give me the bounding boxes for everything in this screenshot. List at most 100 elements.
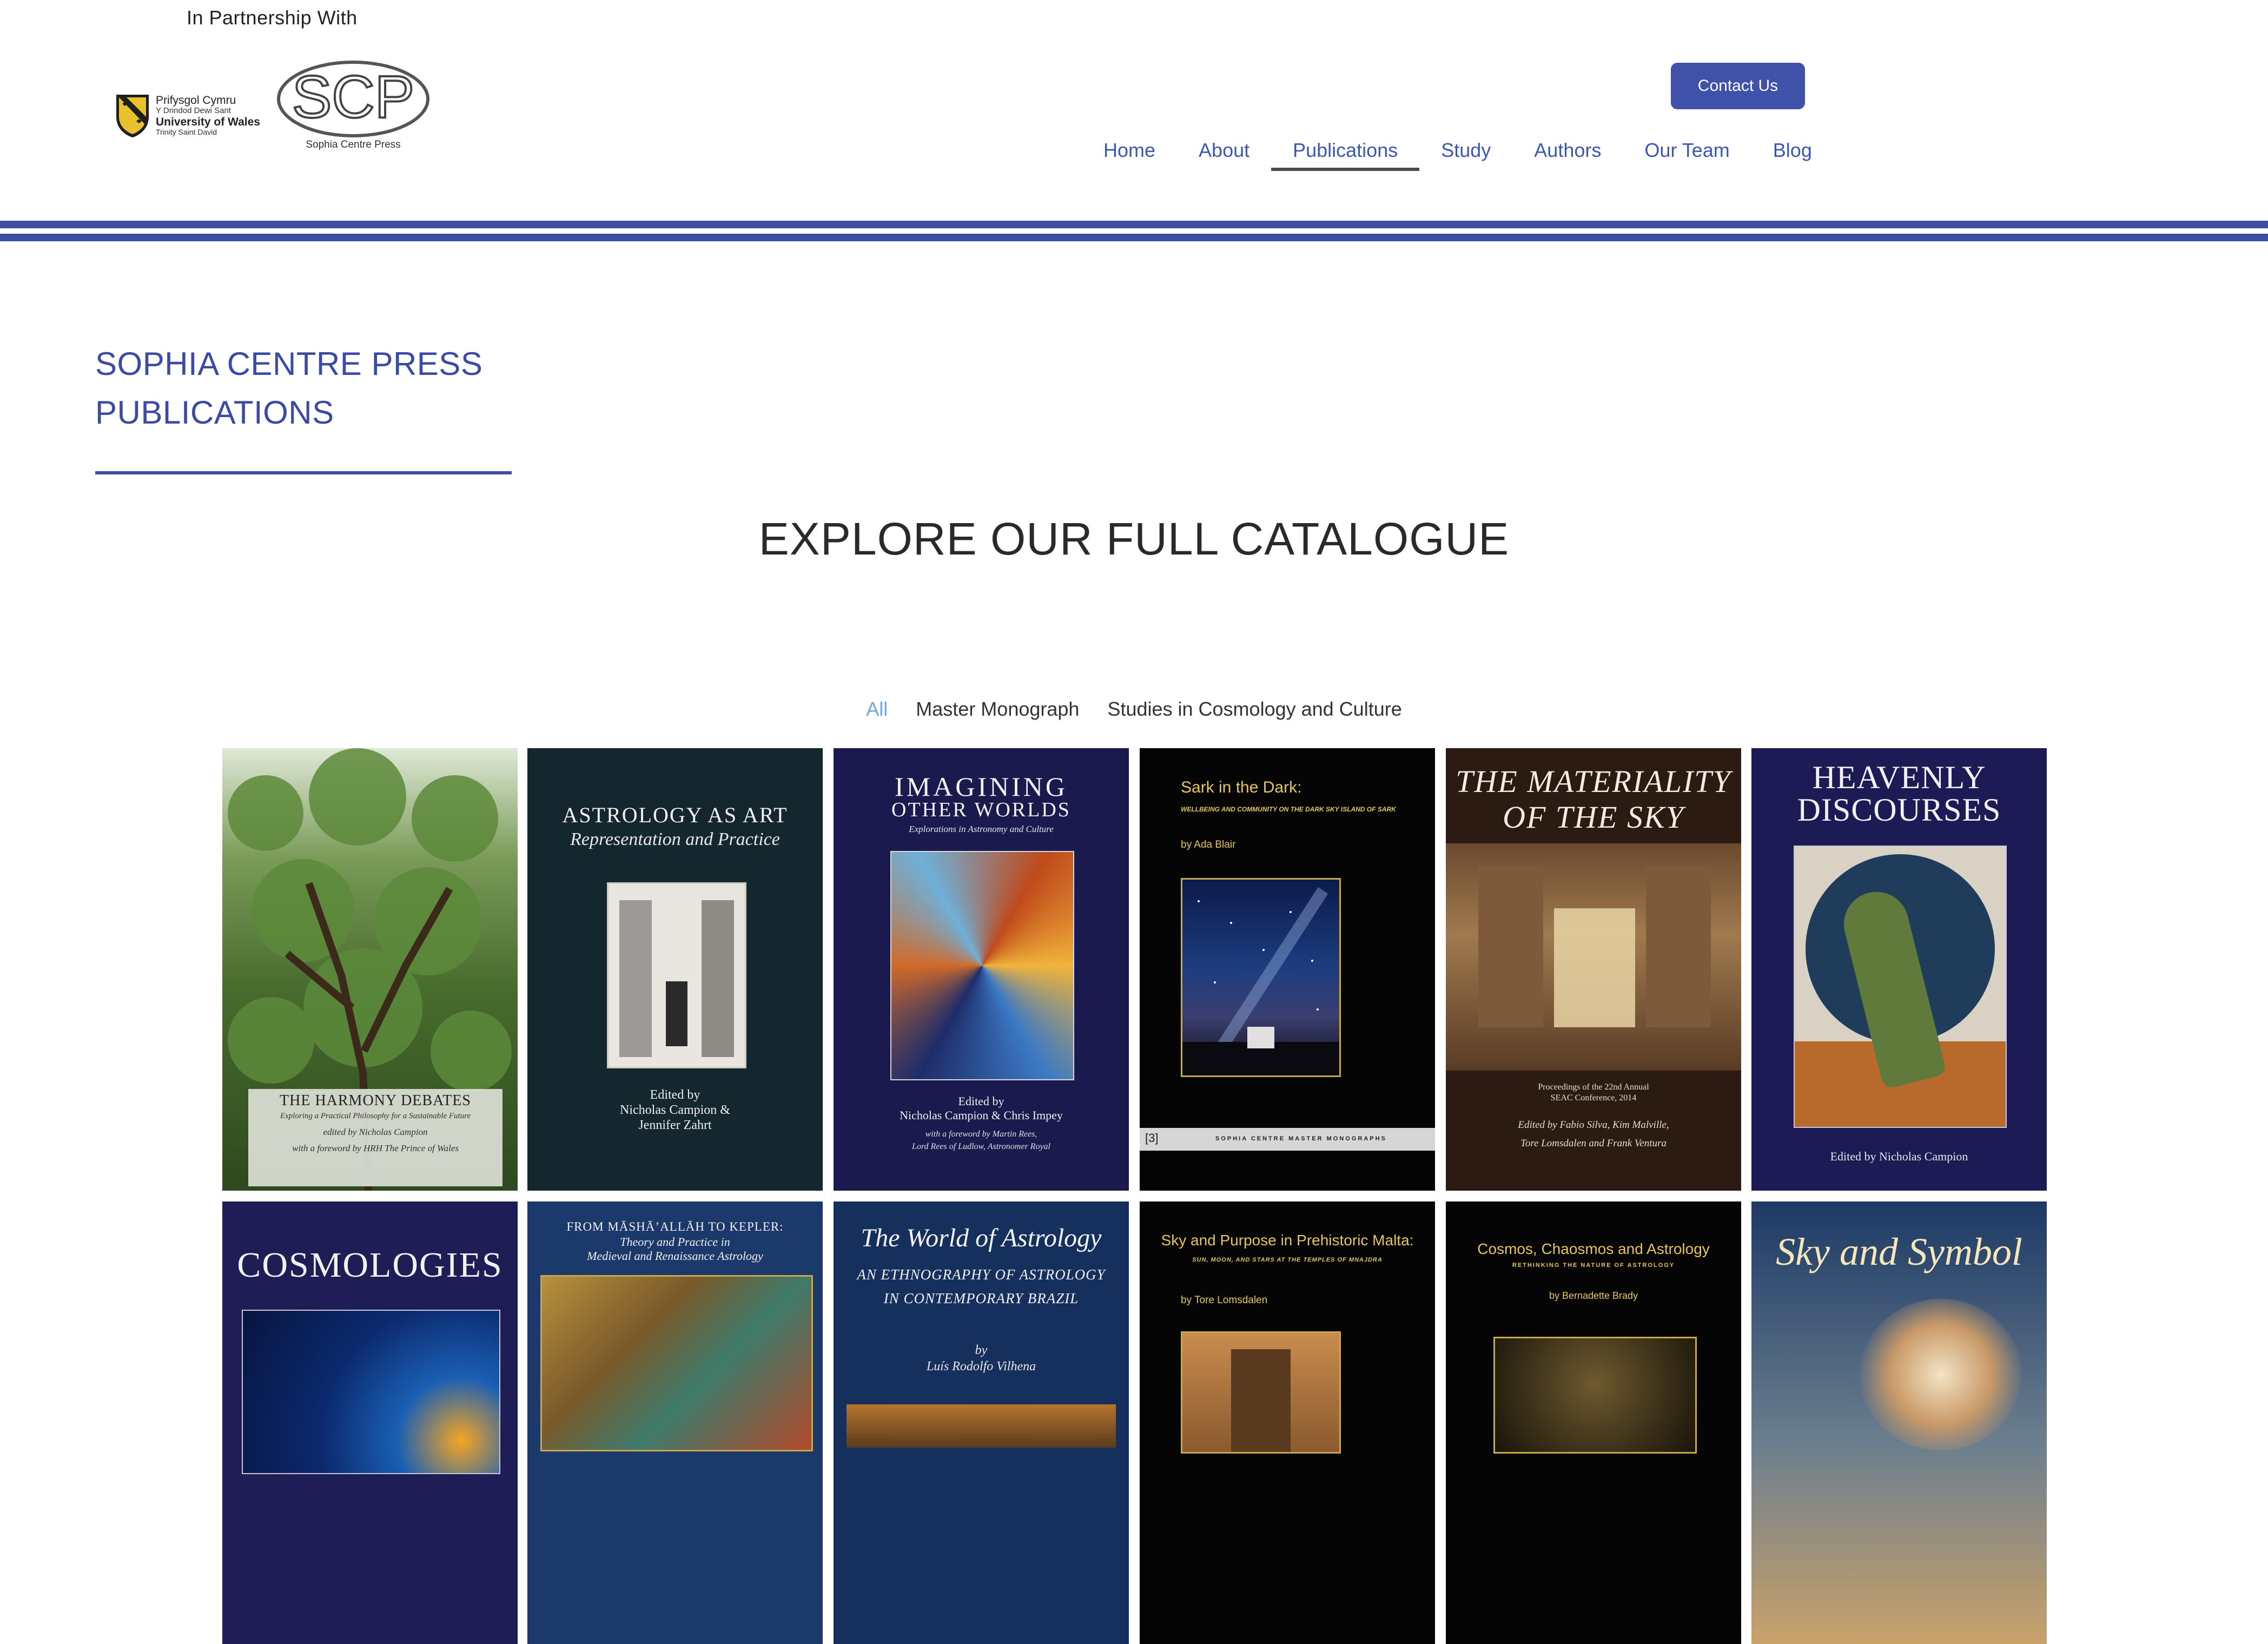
page-title-line-2: PUBLICATIONS	[95, 394, 334, 431]
cover-artwork	[1446, 843, 1741, 1071]
cover-artwork	[1860, 1299, 2022, 1450]
uw-line-2: Y Drindod Dewi Sant	[156, 106, 231, 116]
scp-mark-icon: SCP	[277, 61, 429, 137]
uw-line-1: Prifysgol Cymru	[156, 94, 236, 107]
book-author: by Tore Lomsdalen	[1181, 1295, 1268, 1306]
filter-all[interactable]: All	[866, 698, 888, 721]
book-cover-imagining-other-worlds[interactable]: IMAGINING OTHER WORLDS Explorations in A…	[834, 748, 1129, 1191]
book-editor: Edited by Nicholas Campion	[1830, 1150, 1968, 1163]
series-number: [3]	[1145, 1131, 1159, 1145]
book-cover-cosmos-chaosmos[interactable]: Cosmos, Chaosmos and Astrology RETHINKIN…	[1446, 1201, 1741, 1644]
cover-artwork	[1493, 1337, 1697, 1454]
cover-artwork	[847, 1404, 1116, 1448]
book-cover-sky-and-symbol[interactable]: Sky and Symbol	[1751, 1201, 2047, 1644]
cover-artwork	[540, 1275, 813, 1451]
book-title: ASTROLOGY AS ART	[562, 803, 788, 827]
book-subtitle-2: Medieval and Renaissance Astrology	[587, 1249, 763, 1263]
starry-sky-image	[1182, 887, 1339, 1078]
book-cover-mashaallah-to-kepler[interactable]: FROM MĀSHĀ’ALLĀH TO KEPLER: Theory and P…	[527, 1201, 823, 1644]
sophia-centre-press-logo[interactable]: SCP Sophia Centre Press	[275, 57, 432, 160]
book-by: by	[975, 1343, 988, 1357]
book-editor: Edited by	[650, 1088, 700, 1102]
book-foreword: with a foreword by Martin Rees,	[925, 1130, 1037, 1139]
book-subtitle-2: IN CONTEMPORARY BRAZIL	[883, 1290, 1079, 1306]
scp-caption: Sophia Centre Press	[306, 139, 401, 150]
book-title: THE MATERIALITY	[1456, 764, 1731, 799]
book-subtitle: Theory and Practice in	[620, 1235, 730, 1249]
book-subtitle: SUN, MOON, AND STARS AT THE TEMPLES OF M…	[1192, 1257, 1383, 1263]
book-title: Sky and Purpose in Prehistoric Malta:	[1161, 1232, 1414, 1249]
nav-home[interactable]: Home	[1082, 130, 1177, 171]
cover-artwork	[1181, 878, 1341, 1078]
book-title-2: OF THE SKY	[1503, 800, 1684, 835]
nav-our-team[interactable]: Our Team	[1623, 130, 1751, 171]
book-author: by Bernadette Brady	[1549, 1290, 1638, 1301]
book-editor-name: Nicholas Campion & Chris Impey	[900, 1108, 1063, 1122]
uw-shield-icon	[116, 95, 149, 137]
title-underline	[95, 471, 512, 474]
series-name: SOPHIA CENTRE MASTER MONOGRAPHS	[1215, 1135, 1387, 1142]
nav-study[interactable]: Study	[1419, 130, 1512, 171]
book-editor: Edited by Fabio Silva, Kim Malville,	[1518, 1119, 1669, 1131]
book-title: Cosmos, Chaosmos and Astrology	[1477, 1240, 1710, 1257]
filter-studies-cosmology-culture[interactable]: Studies in Cosmology and Culture	[1107, 698, 1401, 721]
book-author: Luís Rodolfo Vilhena	[926, 1359, 1036, 1374]
book-subtitle: AN ETHNOGRAPHY OF ASTROLOGY	[857, 1266, 1106, 1283]
book-title: THE HARMONY DEBATES	[280, 1092, 471, 1109]
cover-artwork	[890, 851, 1074, 1080]
book-cover-harmony-debates[interactable]: THE HARMONY DEBATES Exploring a Practica…	[222, 748, 518, 1191]
filter-master-monograph[interactable]: Master Monograph	[916, 698, 1079, 721]
book-title-2: OTHER WORLDS	[891, 798, 1071, 821]
page-title: SOPHIA CENTRE PRESS PUBLICATIONS	[95, 340, 582, 437]
book-cover-heavenly-discourses[interactable]: HEAVENLY DISCOURSES Edited by Nicholas C…	[1751, 748, 2047, 1191]
nav-publications[interactable]: Publications	[1271, 130, 1420, 171]
book-title: Sark in the Dark:	[1181, 778, 1302, 796]
cover-artwork	[1794, 846, 2007, 1128]
book-editor: Edited by	[958, 1094, 1004, 1108]
book-subtitle: RETHINKING THE NATURE OF ASTROLOGY	[1512, 1262, 1675, 1269]
book-cover-materiality-of-the-sky[interactable]: THE MATERIALITY OF THE SKY Proceedings o…	[1446, 748, 1741, 1191]
book-cover-astrology-as-art[interactable]: ASTROLOGY AS ART Representation and Prac…	[527, 748, 823, 1191]
university-of-wales-logo[interactable]: Prifysgol Cymru Y Drindod Dewi Sant Univ…	[115, 93, 266, 147]
book-title: The World of Astrology	[861, 1224, 1102, 1252]
book-foreword-2: Lord Rees of Ludlow, Astronomer Royal	[912, 1142, 1050, 1151]
book-title: FROM MĀSHĀ’ALLĀH TO KEPLER:	[566, 1220, 784, 1233]
nav-authors[interactable]: Authors	[1512, 130, 1623, 171]
header-divider-top	[0, 221, 2268, 228]
book-cover-sky-and-purpose-malta[interactable]: Sky and Purpose in Prehistoric Malta: SU…	[1140, 1201, 1435, 1644]
cover-artwork	[242, 1310, 500, 1474]
nav-blog[interactable]: Blog	[1751, 130, 1834, 171]
book-subtitle: Explorations in Astronomy and Culture	[909, 824, 1054, 834]
scp-mark-text: SCP	[292, 64, 414, 130]
catalogue-heading: EXPLORE OUR FULL CATALOGUE	[758, 513, 1510, 564]
book-subtitle-2: SEAC Conference, 2014	[1550, 1093, 1637, 1102]
cover-artwork	[607, 882, 746, 1068]
partnership-label: In Partnership With	[187, 6, 358, 29]
book-title: COSMOLOGIES	[237, 1245, 503, 1285]
book-editor-name: Nicholas Campion &	[620, 1103, 730, 1117]
book-editor: edited by Nicholas Campion	[323, 1127, 428, 1137]
cover-artwork	[1181, 1331, 1341, 1454]
header-divider-bottom	[0, 234, 2268, 241]
book-subtitle: Proceedings of the 22nd Annual	[1538, 1082, 1649, 1092]
uw-line-3: University of Wales	[156, 115, 260, 128]
book-editor-name-2: Jennifer Zahrt	[638, 1118, 712, 1132]
page-title-line-1: SOPHIA CENTRE PRESS	[95, 346, 483, 382]
book-title-2: DISCOURSES	[1797, 792, 2001, 828]
book-cover-cosmologies[interactable]: COSMOLOGIES	[222, 1201, 518, 1644]
contact-us-button[interactable]: Contact Us	[1671, 63, 1805, 109]
uw-line-4: Trinity Saint David	[156, 127, 217, 136]
category-filters: All Master Monograph Studies in Cosmolog…	[0, 698, 2268, 721]
book-foreword: with a foreword by HRH The Prince of Wal…	[292, 1143, 459, 1153]
book-editor-name: Tore Lomsdalen and Frank Ventura	[1520, 1138, 1667, 1149]
book-author: by Ada Blair	[1181, 839, 1236, 850]
book-subtitle: Representation and Practice	[570, 829, 780, 849]
book-cover-world-of-astrology[interactable]: The World of Astrology AN ETHNOGRAPHY OF…	[834, 1201, 1129, 1644]
book-subtitle: Exploring a Practical Philosophy for a S…	[280, 1112, 471, 1120]
main-nav: Home About Publications Study Authors Ou…	[1082, 130, 1834, 171]
book-title: HEAVENLY	[1812, 760, 1986, 795]
book-subtitle: WELLBEING AND COMMUNITY ON THE DARK SKY …	[1181, 806, 1396, 813]
book-title: Sky and Symbol	[1776, 1230, 2022, 1273]
nav-about[interactable]: About	[1177, 130, 1271, 171]
book-cover-sark-in-the-dark[interactable]: Sark in the Dark: WELLBEING AND COMMUNIT…	[1140, 748, 1435, 1191]
